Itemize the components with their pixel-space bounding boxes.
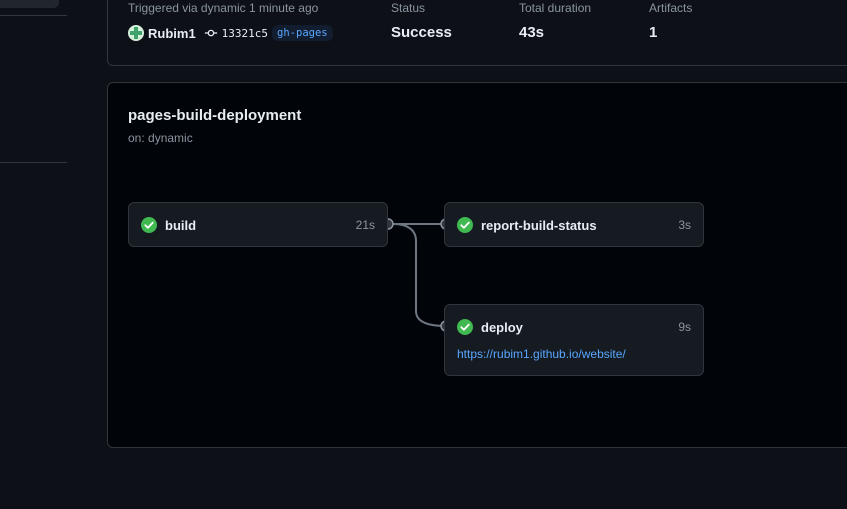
check-circle-icon bbox=[141, 217, 157, 233]
check-circle-icon bbox=[457, 217, 473, 233]
job-dependency-connectors bbox=[382, 218, 452, 332]
git-commit-icon bbox=[204, 29, 217, 37]
job-duration: 9s bbox=[678, 320, 691, 334]
artifacts-value[interactable]: 1 bbox=[649, 24, 657, 41]
job-build[interactable]: build 21s bbox=[128, 202, 388, 247]
job-duration: 21s bbox=[355, 218, 375, 232]
trigger-details: Rubim1 13321c5 gh-pages bbox=[128, 25, 333, 41]
job-name: report-build-status bbox=[481, 217, 597, 233]
deployment-url-link[interactable]: https://rubim1.github.io/website/ bbox=[457, 347, 626, 361]
check-circle-icon bbox=[457, 319, 473, 335]
run-summary-card: Triggered via dynamic 1 minute ago Rubim… bbox=[107, 0, 847, 66]
branch-badge[interactable]: gh-pages bbox=[272, 25, 333, 41]
job-duration: 3s bbox=[678, 218, 691, 232]
sidebar-divider bbox=[0, 15, 67, 16]
duration-label: Total duration bbox=[519, 1, 592, 15]
sidebar-active-item[interactable] bbox=[0, 0, 59, 8]
sidebar-divider bbox=[0, 162, 67, 163]
trigger-label: Triggered via dynamic 1 minute ago bbox=[128, 1, 319, 15]
workflow-graph-card: pages-build-deployment on: dynamic build… bbox=[107, 82, 847, 448]
duration-value: 43s bbox=[519, 24, 545, 41]
commit-sha-link[interactable]: 13321c5 bbox=[222, 27, 268, 40]
avatar-icon[interactable] bbox=[128, 25, 144, 41]
job-name: build bbox=[165, 217, 197, 233]
artifacts-label: Artifacts bbox=[649, 1, 693, 15]
actor-name[interactable]: Rubim1 bbox=[148, 26, 196, 41]
job-name: deploy bbox=[481, 319, 523, 335]
status-value: Success bbox=[391, 24, 452, 41]
job-deploy[interactable]: deploy 9s https://rubim1.github.io/websi… bbox=[444, 304, 704, 376]
job-report-build-status[interactable]: report-build-status 3s bbox=[444, 202, 704, 247]
status-label: Status bbox=[391, 1, 426, 15]
